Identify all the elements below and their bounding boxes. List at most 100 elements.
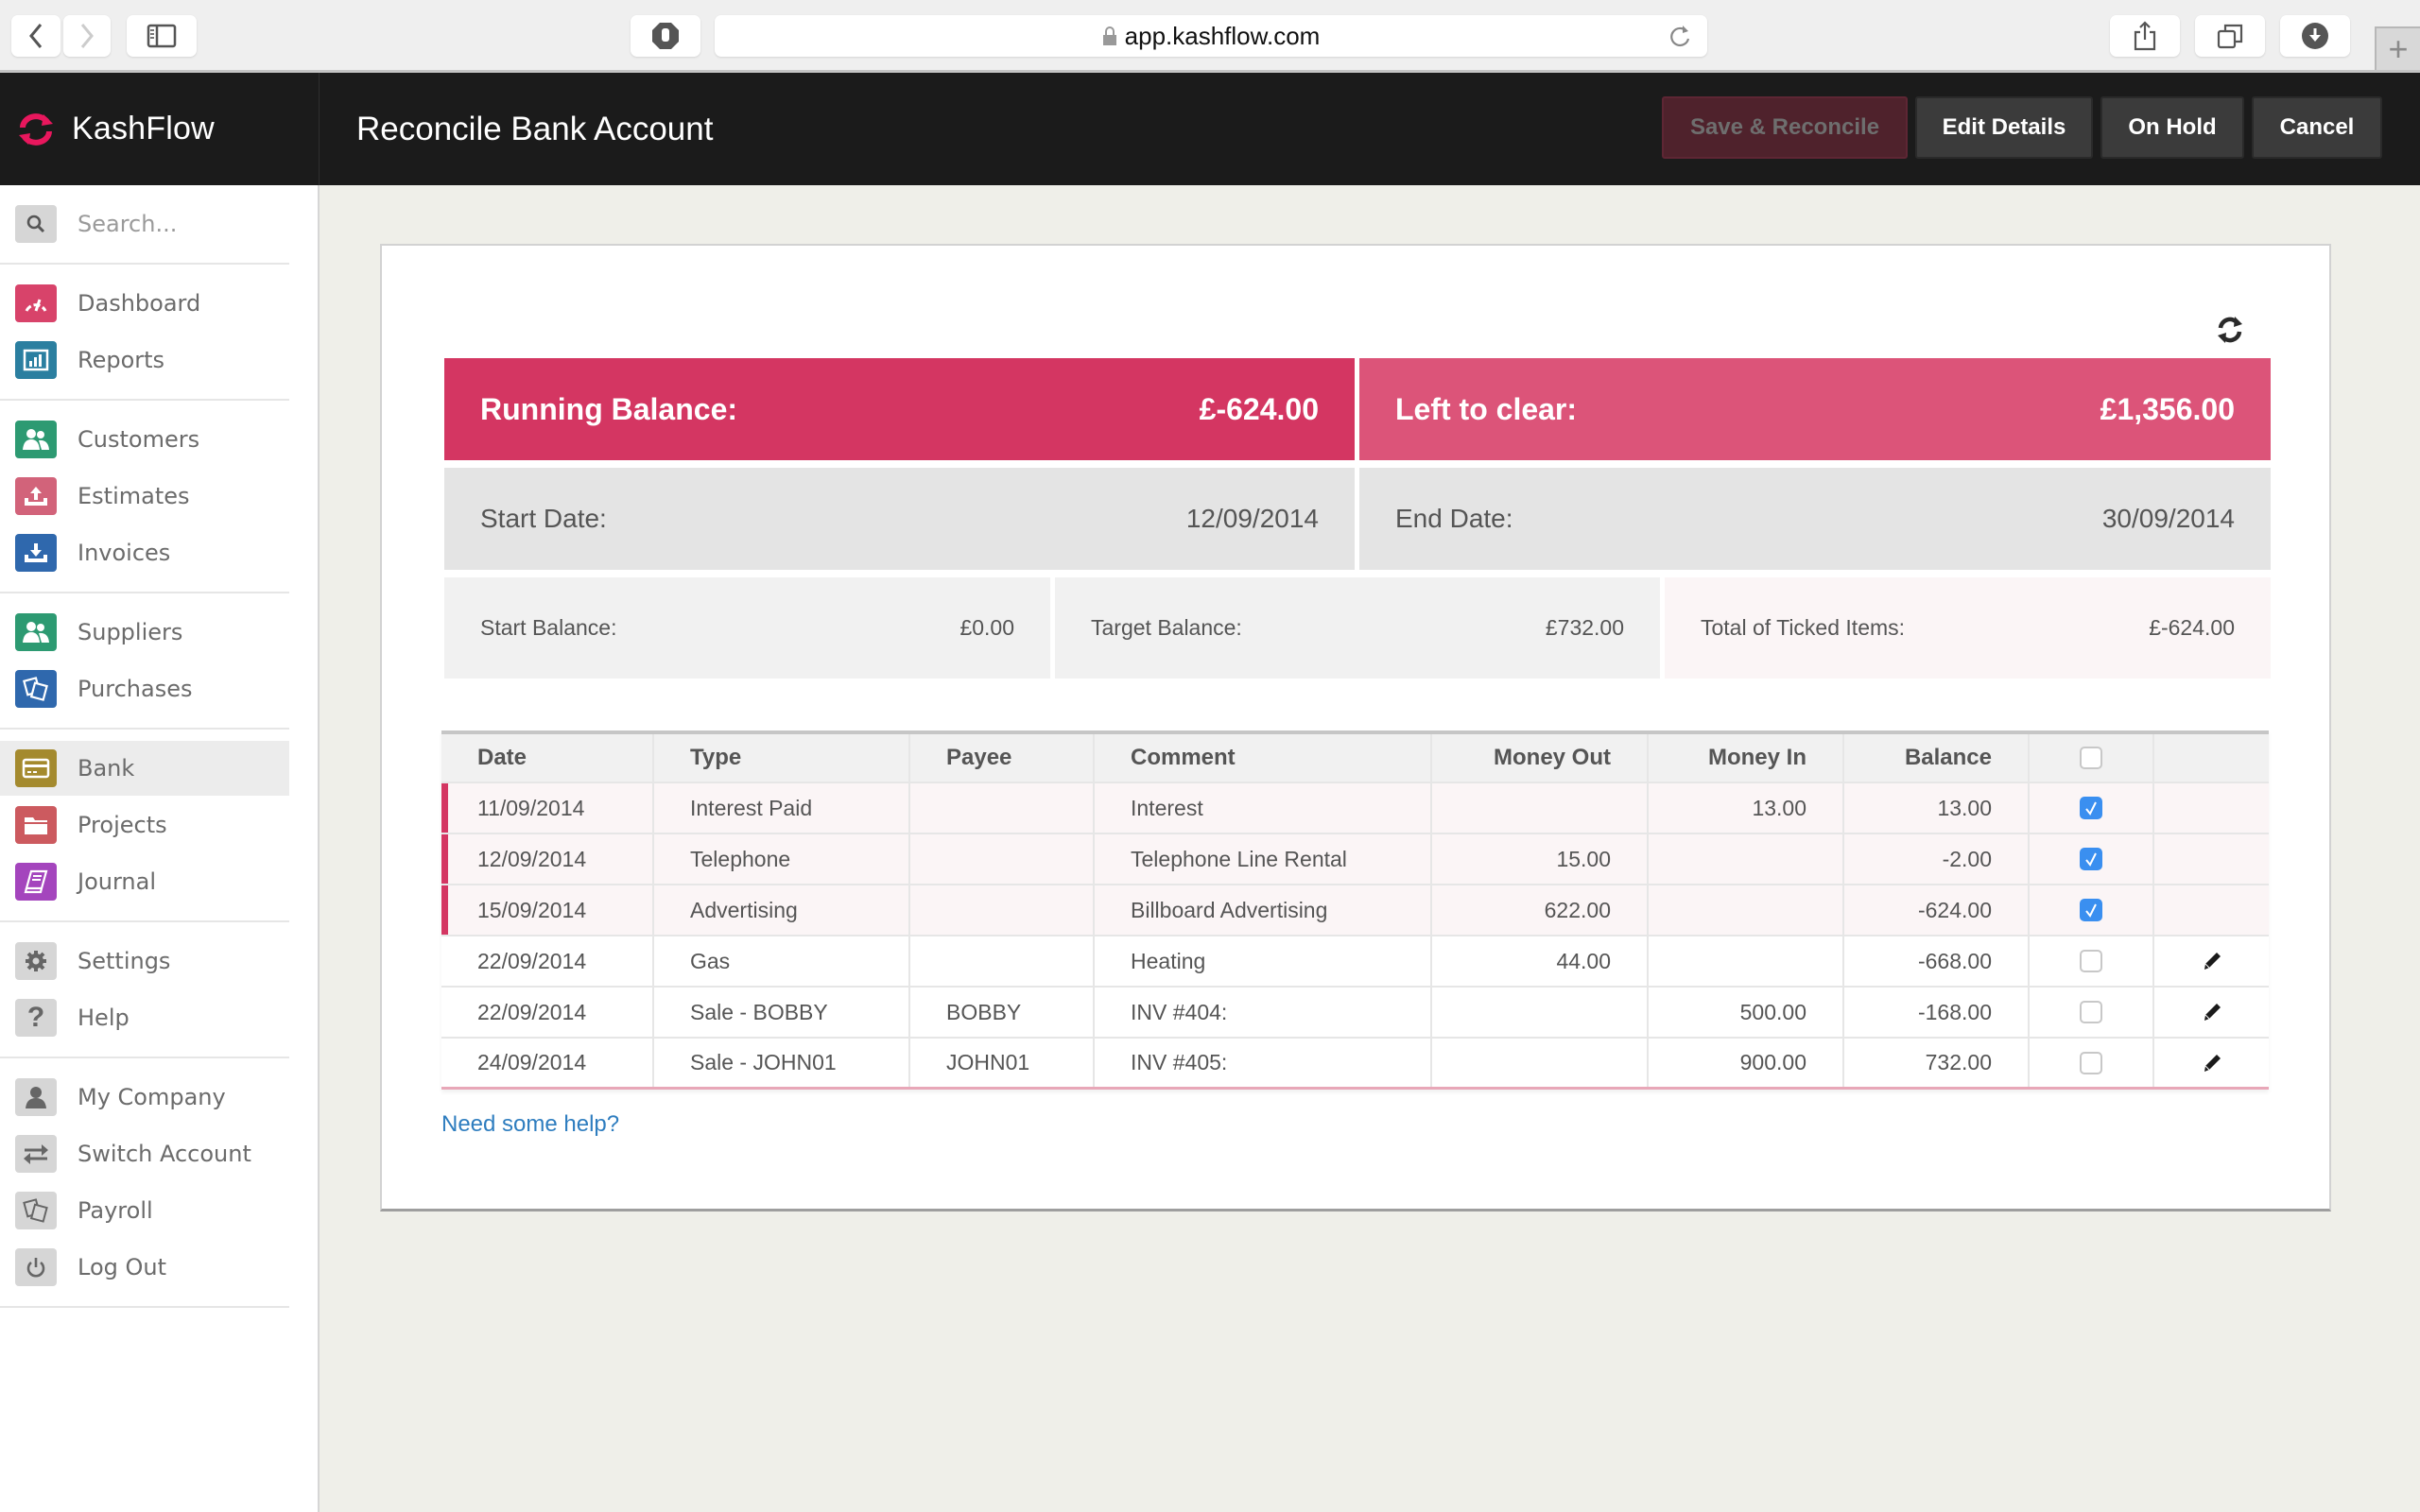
pencil-icon[interactable] (2202, 1053, 2222, 1074)
sidebar-item-reports[interactable]: Reports (0, 333, 289, 387)
column-header-type[interactable]: Type (654, 734, 910, 782)
sidebar-item-purchases[interactable]: Purchases (0, 662, 289, 716)
chevron-left-icon (29, 24, 43, 48)
sidebar-item-label: Dashboard (78, 290, 201, 317)
table-row[interactable]: 15/09/2014 Advertising Billboard Advertisi… (441, 885, 2269, 936)
column-header-payee[interactable]: Payee (910, 734, 1095, 782)
reload-icon[interactable] (1668, 24, 1692, 50)
cancel-button[interactable]: Cancel (2252, 96, 2382, 159)
cell-money-in: 500.00 (1649, 988, 1844, 1037)
url-field[interactable]: app.kashflow.com (715, 15, 1707, 57)
save-reconcile-button[interactable]: Save & Reconcile (1662, 96, 1908, 159)
sidebar-item-my-company[interactable]: My Company (0, 1070, 289, 1125)
cell-date: 24/09/2014 (441, 1039, 654, 1087)
sidebar-item-bank[interactable]: Bank (0, 741, 289, 796)
running-balance-panel: Running Balance: £-624.00 (444, 358, 1355, 460)
cell-payee (910, 936, 1095, 986)
cell-type: Interest Paid (654, 783, 910, 833)
column-header-balance[interactable]: Balance (1844, 734, 2030, 782)
back-button[interactable] (11, 15, 60, 57)
cell-comment: Interest (1095, 783, 1432, 833)
journal-book-icon (15, 863, 57, 901)
projects-folder-icon (15, 806, 57, 844)
sidebar-item-help[interactable]: ? Help (0, 990, 289, 1045)
table-row[interactable]: 11/09/2014 Interest Paid Interest 13.00 13.0… (441, 783, 2269, 834)
kashflow-logo-icon (19, 112, 53, 146)
tick-checkbox[interactable] (2080, 848, 2102, 870)
sidebar-item-switch-account[interactable]: Switch Account (0, 1126, 289, 1181)
cell-money-out: 622.00 (1432, 885, 1649, 935)
url-text: app.kashflow.com (1124, 21, 1321, 50)
total-ticked-label: Total of Ticked Items: (1701, 615, 1906, 640)
tick-checkbox[interactable] (2080, 950, 2102, 972)
column-header-money-out[interactable]: Money Out (1432, 734, 1649, 782)
cell-balance: -168.00 (1844, 988, 2030, 1037)
chevron-right-icon (80, 24, 94, 48)
payroll-cards-icon (15, 1192, 57, 1229)
table-header-row: Date Type Payee Comment Money Out Money … (441, 734, 2269, 783)
cell-comment: INV #405: (1095, 1039, 1432, 1087)
table-row[interactable]: 12/09/2014 Telephone Telephone Line Rental… (441, 834, 2269, 885)
table-row[interactable]: 22/09/2014 Gas Heating 44.00 -668.00 (441, 936, 2269, 988)
cell-payee (910, 834, 1095, 884)
refresh-icon[interactable] (2214, 314, 2246, 346)
sidebar-item-suppliers[interactable]: Suppliers (0, 605, 289, 660)
cell-date: 22/09/2014 (441, 988, 654, 1037)
sidebar-item-dashboard[interactable]: Dashboard (0, 276, 289, 331)
forward-button[interactable] (63, 15, 111, 57)
column-header-date[interactable]: Date (441, 734, 654, 782)
tick-checkbox[interactable] (2080, 1051, 2102, 1074)
sidebar-item-label: Log Out (78, 1254, 167, 1280)
sidebar-item-journal[interactable]: Journal (0, 854, 289, 909)
sidebar-item-customers[interactable]: Customers (0, 412, 289, 467)
end-date-value: 30/09/2014 (2101, 504, 2235, 533)
total-ticked-value: £-624.00 (2149, 615, 2235, 640)
browser-toolbar: app.kashflow.com + (0, 0, 2420, 73)
column-header-money-in[interactable]: Money In (1649, 734, 1844, 782)
tick-cell (2030, 783, 2154, 833)
sidebar-search[interactable]: Search... (0, 197, 289, 251)
pencil-icon[interactable] (2202, 1002, 2222, 1022)
cell-date: 12/09/2014 (441, 834, 654, 884)
sidebar-item-label: Estimates (78, 483, 190, 509)
table-row[interactable]: 24/09/2014 Sale - JOHN01 JOHN01 INV #405: 90… (441, 1039, 2269, 1090)
target-balance-panel: Target Balance: £732.00 (1055, 577, 1660, 679)
tick-checkbox[interactable] (2080, 899, 2102, 921)
total-ticked-panel: Total of Ticked Items: £-624.00 (1665, 577, 2271, 679)
sidebar-toggle-button[interactable] (127, 15, 197, 57)
estimates-upload-icon (15, 477, 57, 515)
suppliers-people-icon (15, 613, 57, 651)
running-balance-value: £-624.00 (1199, 391, 1319, 426)
on-hold-button[interactable]: On Hold (2100, 96, 2244, 159)
table-row[interactable]: 22/09/2014 Sale - BOBBY BOBBY INV #404: 500.… (441, 988, 2269, 1039)
sidebar-item-payroll[interactable]: Payroll (0, 1183, 289, 1238)
share-button[interactable] (2110, 15, 2180, 57)
sidebar-item-projects[interactable]: Projects (0, 798, 289, 852)
brand[interactable]: KashFlow (0, 73, 320, 185)
new-tab-button[interactable]: + (2375, 26, 2420, 70)
edit-cell (2154, 783, 2269, 833)
column-header-comment[interactable]: Comment (1095, 734, 1432, 782)
sidebar-icon (147, 24, 177, 48)
help-link[interactable]: Need some help? (441, 1111, 619, 1138)
select-all-checkbox[interactable] (2080, 747, 2102, 769)
sidebar-item-estimates[interactable]: Estimates (0, 469, 289, 524)
sidebar-item-invoices[interactable]: Invoices (0, 525, 289, 580)
sidebar-item-log-out[interactable]: Log Out (0, 1240, 289, 1295)
tick-cell (2030, 936, 2154, 986)
tick-checkbox[interactable] (2080, 797, 2102, 819)
content-blocker-button[interactable] (631, 15, 700, 57)
pencil-icon[interactable] (2202, 951, 2222, 971)
download-icon (2302, 23, 2328, 49)
sidebar-item-label: Suppliers (78, 619, 183, 645)
edit-details-button[interactable]: Edit Details (1915, 96, 2093, 159)
tabs-button[interactable] (2195, 15, 2265, 57)
running-balance-label: Running Balance: (480, 391, 738, 426)
sidebar-item-settings[interactable]: Settings (0, 934, 289, 988)
start-date-value: 12/09/2014 (1185, 504, 1319, 533)
tick-checkbox[interactable] (2080, 1001, 2102, 1023)
sidebar-item-label: Settings (78, 948, 171, 974)
cell-money-out: 15.00 (1432, 834, 1649, 884)
downloads-button[interactable] (2280, 15, 2350, 57)
search-input[interactable]: Search... (78, 211, 177, 237)
